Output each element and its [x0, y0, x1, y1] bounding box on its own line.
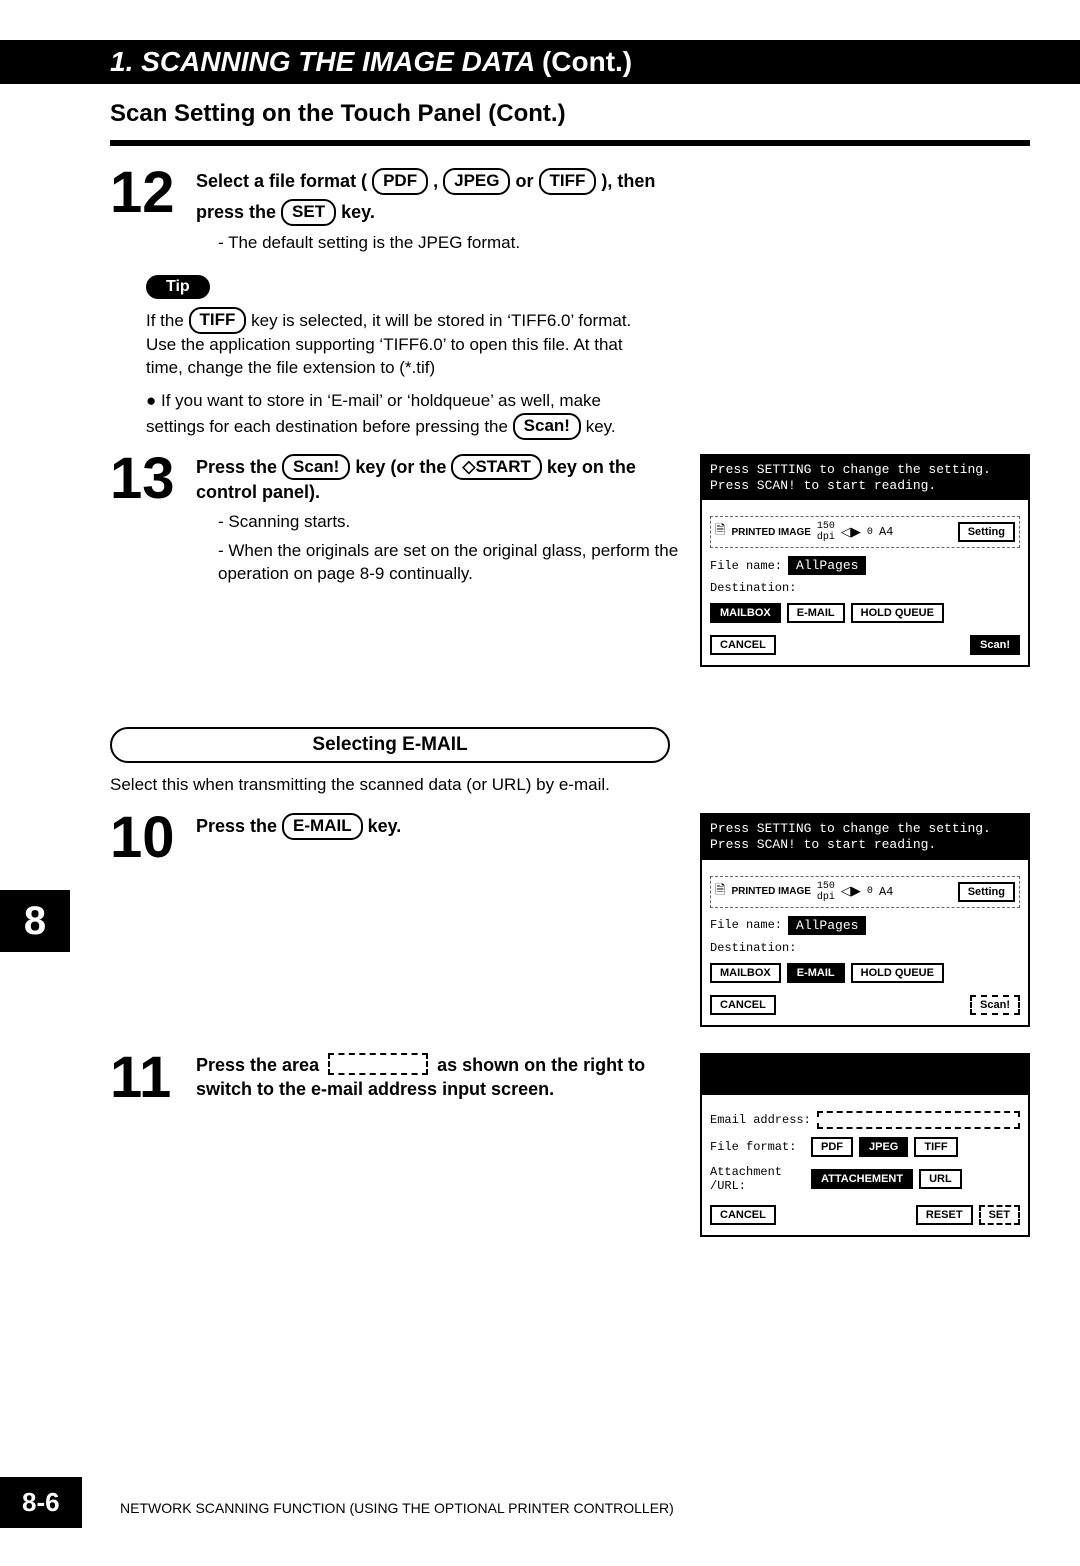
step-number: 10 [110, 813, 196, 862]
dashed-area-icon [328, 1053, 428, 1075]
text: key. [368, 816, 402, 836]
step-11-row: 11 Press the area as shown on the right … [0, 1053, 1080, 1237]
zero: 0 [867, 527, 873, 538]
destination-label: Destination: [710, 941, 1020, 955]
printed-label: PRINTED IMAGE [731, 886, 810, 897]
text: key (or the [355, 457, 451, 477]
scan-button-panel[interactable]: Scan! [970, 995, 1020, 1015]
set-button[interactable]: SET [979, 1205, 1020, 1225]
printed-label: PRINTED IMAGE [731, 527, 810, 538]
step-13-row: 13 Press the Scan! key (or the ◇START ke… [0, 454, 1080, 668]
email-key: E-MAIL [282, 813, 363, 840]
chapter-cont: (Cont.) [542, 46, 632, 77]
text: Press the [196, 816, 282, 836]
filename-label: File name: [710, 559, 782, 573]
tip-body-2: If you want to store in ‘E-mail’ or ‘hol… [146, 390, 656, 440]
screen-header: Press SETTING to change the setting. Pre… [702, 456, 1028, 501]
scan-button-panel[interactable]: Scan! [970, 635, 1020, 655]
dpi-value: 150 dpi [817, 521, 835, 543]
jpeg-button[interactable]: JPEG [859, 1137, 908, 1157]
paper-size: A4 [879, 525, 893, 539]
setting-button[interactable]: Setting [958, 882, 1015, 902]
set-key: SET [281, 199, 336, 226]
footer-text: NETWORK SCANNING FUNCTION (USING THE OPT… [120, 1500, 674, 1516]
jpeg-key: JPEG [443, 168, 510, 195]
pdf-button[interactable]: PDF [811, 1137, 853, 1157]
dpi-value: 150 dpi [817, 881, 835, 903]
scan-key: Scan! [513, 413, 581, 440]
tip-label: Tip [146, 275, 210, 299]
mailbox-button[interactable]: MAILBOX [710, 963, 781, 983]
chapter-tab: 8 [0, 890, 70, 952]
pdf-key: PDF [372, 168, 428, 195]
doc-icon: 🗎 [715, 881, 725, 903]
tiff-button[interactable]: TIFF [914, 1137, 957, 1157]
page-number: 8-6 [0, 1477, 82, 1528]
filename-value[interactable]: AllPages [788, 916, 866, 935]
chapter-num: 1. [110, 46, 133, 77]
destination-label: Destination: [710, 581, 1020, 595]
setting-button[interactable]: Setting [958, 522, 1015, 542]
filename-label: File name: [710, 918, 782, 932]
text: key. [586, 417, 616, 436]
text: Press the area [196, 1055, 324, 1075]
reset-button[interactable]: RESET [916, 1205, 973, 1225]
url-button[interactable]: URL [919, 1169, 962, 1189]
email-address-input[interactable] [817, 1111, 1020, 1129]
email-button[interactable]: E-MAIL [787, 603, 845, 623]
doc-icon: 🗎 [715, 521, 725, 543]
text: , [433, 171, 443, 191]
holdqueue-button[interactable]: HOLD QUEUE [851, 963, 944, 983]
cancel-button[interactable]: CANCEL [710, 995, 776, 1015]
attachment-button[interactable]: ATTACHEMENT [811, 1169, 913, 1189]
text: Press the [196, 457, 282, 477]
chapter-header: 1. SCANNING THE IMAGE DATA (Cont.) [0, 40, 1080, 84]
start-key: ◇START [451, 454, 541, 481]
email-address-label: Email address: [710, 1113, 811, 1127]
step13-bullet1: - Scanning starts. [196, 511, 686, 534]
scan-key: Scan! [282, 454, 350, 481]
arrows-icon: ◁▶ [841, 884, 861, 899]
step13-bullet2: - When the originals are set on the orig… [196, 540, 686, 586]
tiff-key: TIFF [539, 168, 597, 195]
step12-bullet: - The default setting is the JPEG format… [196, 232, 1030, 255]
text: key. [341, 202, 375, 222]
text: or [515, 171, 538, 191]
touchpanel-screen-mailbox: Press SETTING to change the setting. Pre… [700, 454, 1030, 668]
text: press the [196, 202, 281, 222]
text: If the [146, 311, 189, 330]
step-10-row: 10 Press the E-MAIL key. Press SETTING t… [0, 813, 1080, 1027]
attachment-label: Attachment /URL: [710, 1165, 805, 1193]
chapter-title: SCANNING THE IMAGE DATA [141, 46, 534, 77]
screen-header: Press SETTING to change the setting. Pre… [702, 815, 1028, 860]
zero: 0 [867, 886, 873, 897]
text: ), then [601, 171, 655, 191]
mailbox-button[interactable]: MAILBOX [710, 603, 781, 623]
touchpanel-screen-email: Press SETTING to change the setting. Pre… [700, 813, 1030, 1027]
arrows-icon: ◁▶ [841, 525, 861, 540]
section-pill: Selecting E-MAIL [110, 727, 670, 763]
step-number: 11 [110, 1053, 196, 1106]
paper-size: A4 [879, 885, 893, 899]
tiff-key: TIFF [189, 307, 247, 334]
section-subhead: Scan Setting on the Touch Panel (Cont.) [0, 84, 1080, 134]
rule [110, 140, 1030, 146]
email-button-selected[interactable]: E-MAIL [787, 963, 845, 983]
text: Select a file format ( [196, 171, 367, 191]
step-number: 12 [110, 168, 196, 217]
filename-value[interactable]: AllPages [788, 556, 866, 575]
section-desc: Select this when transmitting the scanne… [110, 775, 1080, 795]
screen-blank-header [702, 1055, 1028, 1095]
step-number: 13 [110, 454, 196, 590]
step-12: 12 Select a file format ( PDF , JPEG or … [0, 168, 1080, 259]
tip-body-1: If the TIFF key is selected, it will be … [146, 307, 656, 380]
cancel-button[interactable]: CANCEL [710, 1205, 776, 1225]
step-body: Select a file format ( PDF , JPEG or TIF… [196, 168, 1030, 259]
holdqueue-button[interactable]: HOLD QUEUE [851, 603, 944, 623]
cancel-button[interactable]: CANCEL [710, 635, 776, 655]
fileformat-label: File format: [710, 1140, 805, 1154]
touchpanel-screen-email-input: Email address: File format: PDF JPEG TIF… [700, 1053, 1030, 1237]
